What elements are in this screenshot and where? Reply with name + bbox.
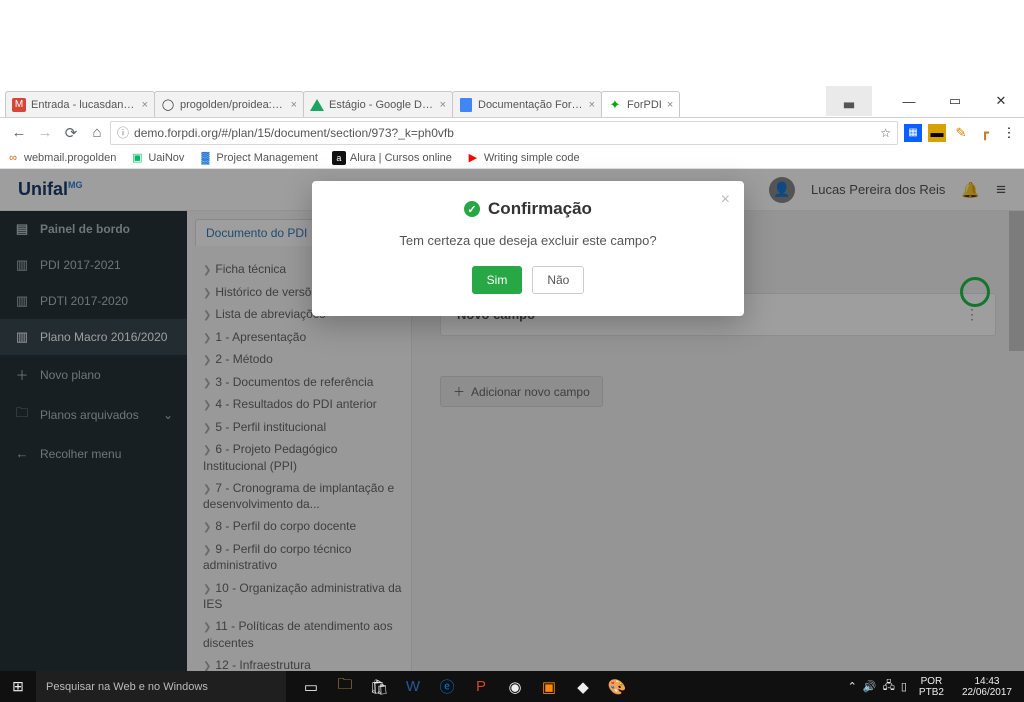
- reload-button[interactable]: ⟳: [58, 124, 84, 142]
- modal-actions: Sim Não: [334, 266, 722, 294]
- bookmark-label: UaiNov: [148, 152, 184, 164]
- tab-label: Entrada - lucasdanieliant: [31, 99, 137, 111]
- bookmark-label: Project Management: [216, 152, 318, 164]
- link-icon: ▣: [130, 151, 144, 165]
- tab-label: Estágio - Google Drive: [329, 99, 435, 111]
- taskbar-search[interactable]: Pesquisar na Web e no Windows: [36, 671, 286, 702]
- bookmarks-bar: ∞ webmail.progolden ▣ UaiNov ▓ Project Mana…: [0, 147, 1024, 169]
- gdrive-icon: [310, 98, 324, 112]
- site-info-icon[interactable]: ⓘ: [117, 124, 129, 141]
- modal-close-button[interactable]: ×: [721, 191, 730, 209]
- link-icon: a: [332, 151, 346, 165]
- tray-battery-icon[interactable]: ▯: [901, 680, 907, 693]
- home-button[interactable]: ⌂: [84, 124, 110, 141]
- address-bar: ← → ⟳ ⌂ ⓘ demo.forpdi.org/#/plan/15/docum…: [0, 117, 1024, 147]
- confirm-no-button[interactable]: Não: [532, 266, 584, 294]
- tab-close-icon[interactable]: ×: [440, 99, 446, 111]
- tab-close-icon[interactable]: ×: [142, 99, 148, 111]
- ext-icon-1[interactable]: ▦: [904, 124, 922, 142]
- url-text: demo.forpdi.org/#/plan/15/document/secti…: [134, 126, 454, 140]
- github-icon: ◯: [161, 98, 175, 112]
- chrome-icon[interactable]: ◉: [498, 671, 532, 702]
- explorer-icon[interactable]: 🗀: [328, 671, 362, 702]
- youtube-icon: ▶: [466, 151, 480, 165]
- bookmark-webmail[interactable]: ∞ webmail.progolden: [6, 151, 116, 165]
- menu-icon[interactable]: ⋮: [1000, 124, 1018, 142]
- bookmark-pm[interactable]: ▓ Project Management: [198, 151, 318, 165]
- confirm-yes-button[interactable]: Sim: [472, 266, 523, 294]
- edge-icon[interactable]: ⓔ: [430, 671, 464, 702]
- tray-clock[interactable]: 14:4322/06/2017: [956, 676, 1018, 698]
- powerpoint-icon[interactable]: P: [464, 671, 498, 702]
- tab-close-icon[interactable]: ×: [291, 99, 297, 111]
- forward-button[interactable]: →: [32, 124, 58, 141]
- tab-gdrive[interactable]: Estágio - Google Drive ×: [303, 91, 453, 117]
- bookmark-writing[interactable]: ▶ Writing simple code: [466, 151, 580, 165]
- start-button[interactable]: ⊞: [0, 678, 36, 695]
- browser-tabstrip: M Entrada - lucasdanieliant × ◯ progolden/p…: [0, 91, 954, 117]
- bookmark-alura[interactable]: a Alura | Cursos online: [332, 151, 452, 165]
- ext-icon-3[interactable]: ✎: [952, 124, 970, 142]
- modal-message: Tem certeza que deseja excluir este camp…: [334, 233, 722, 248]
- tab-close-icon[interactable]: ×: [589, 99, 595, 111]
- windows-taskbar: ⊞ Pesquisar na Web e no Windows ▭ 🗀 🛍 W …: [0, 671, 1024, 702]
- word-icon[interactable]: W: [396, 671, 430, 702]
- window-close-button[interactable]: ✕: [978, 86, 1024, 116]
- gmail-icon: M: [12, 98, 26, 112]
- bookmark-label: Writing simple code: [484, 152, 580, 164]
- modal-title-text: Confirmação: [488, 199, 592, 219]
- bookmark-label: Alura | Cursos online: [350, 152, 452, 164]
- tray-chevron-icon[interactable]: ⌃: [848, 680, 857, 693]
- paint-icon[interactable]: 🎨: [600, 671, 634, 702]
- tab-label: progolden/proidea: Pré:: [180, 99, 286, 111]
- bookmark-star-icon[interactable]: ☆: [880, 126, 891, 140]
- bookmark-uainov[interactable]: ▣ UaiNov: [130, 151, 184, 165]
- link-icon: ∞: [6, 151, 20, 165]
- ext-icon-2[interactable]: ▬: [928, 124, 946, 142]
- bookmark-label: webmail.progolden: [24, 152, 116, 164]
- check-icon: ✓: [464, 201, 480, 217]
- tray-sound-icon[interactable]: 🔊: [863, 680, 877, 693]
- vscode-icon[interactable]: ◆: [566, 671, 600, 702]
- tab-label: Documentação ForPdi -: [478, 99, 584, 111]
- omnibox[interactable]: ⓘ demo.forpdi.org/#/plan/15/document/sect…: [110, 121, 898, 145]
- tray-lang[interactable]: PORPTB2: [913, 676, 950, 698]
- taskbar-apps: ▭ 🗀 🛍 W ⓔ P ◉ ▣ ◆ 🎨: [294, 671, 634, 702]
- link-icon: ▓: [198, 151, 212, 165]
- extensions-area: ▦ ▬ ✎ ┏ ⋮: [898, 124, 1018, 142]
- xampp-icon[interactable]: ▣: [532, 671, 566, 702]
- tab-label: ForPDI: [627, 99, 662, 111]
- tab-gdoc[interactable]: Documentação ForPdi - ×: [452, 91, 602, 117]
- forpdi-icon: ✦: [608, 98, 622, 112]
- system-tray: ⌃ 🔊 🖧 ▯ PORPTB2 14:4322/06/2017: [848, 671, 1024, 702]
- tab-gmail[interactable]: M Entrada - lucasdanieliant ×: [5, 91, 155, 117]
- tray-network-icon[interactable]: 🖧: [883, 677, 895, 696]
- back-button[interactable]: ←: [6, 124, 32, 141]
- modal-title: ✓ Confirmação: [334, 199, 722, 219]
- task-view-icon[interactable]: ▭: [294, 671, 328, 702]
- tab-close-icon[interactable]: ×: [667, 99, 673, 111]
- ext-icon-4[interactable]: ┏: [976, 124, 994, 142]
- tab-forpdi[interactable]: ✦ ForPDI ×: [601, 91, 680, 117]
- gdoc-icon: [459, 98, 473, 112]
- confirm-modal: × ✓ Confirmação Tem certeza que deseja e…: [312, 181, 744, 316]
- store-icon[interactable]: 🛍: [362, 671, 396, 702]
- tab-github[interactable]: ◯ progolden/proidea: Pré: ×: [154, 91, 304, 117]
